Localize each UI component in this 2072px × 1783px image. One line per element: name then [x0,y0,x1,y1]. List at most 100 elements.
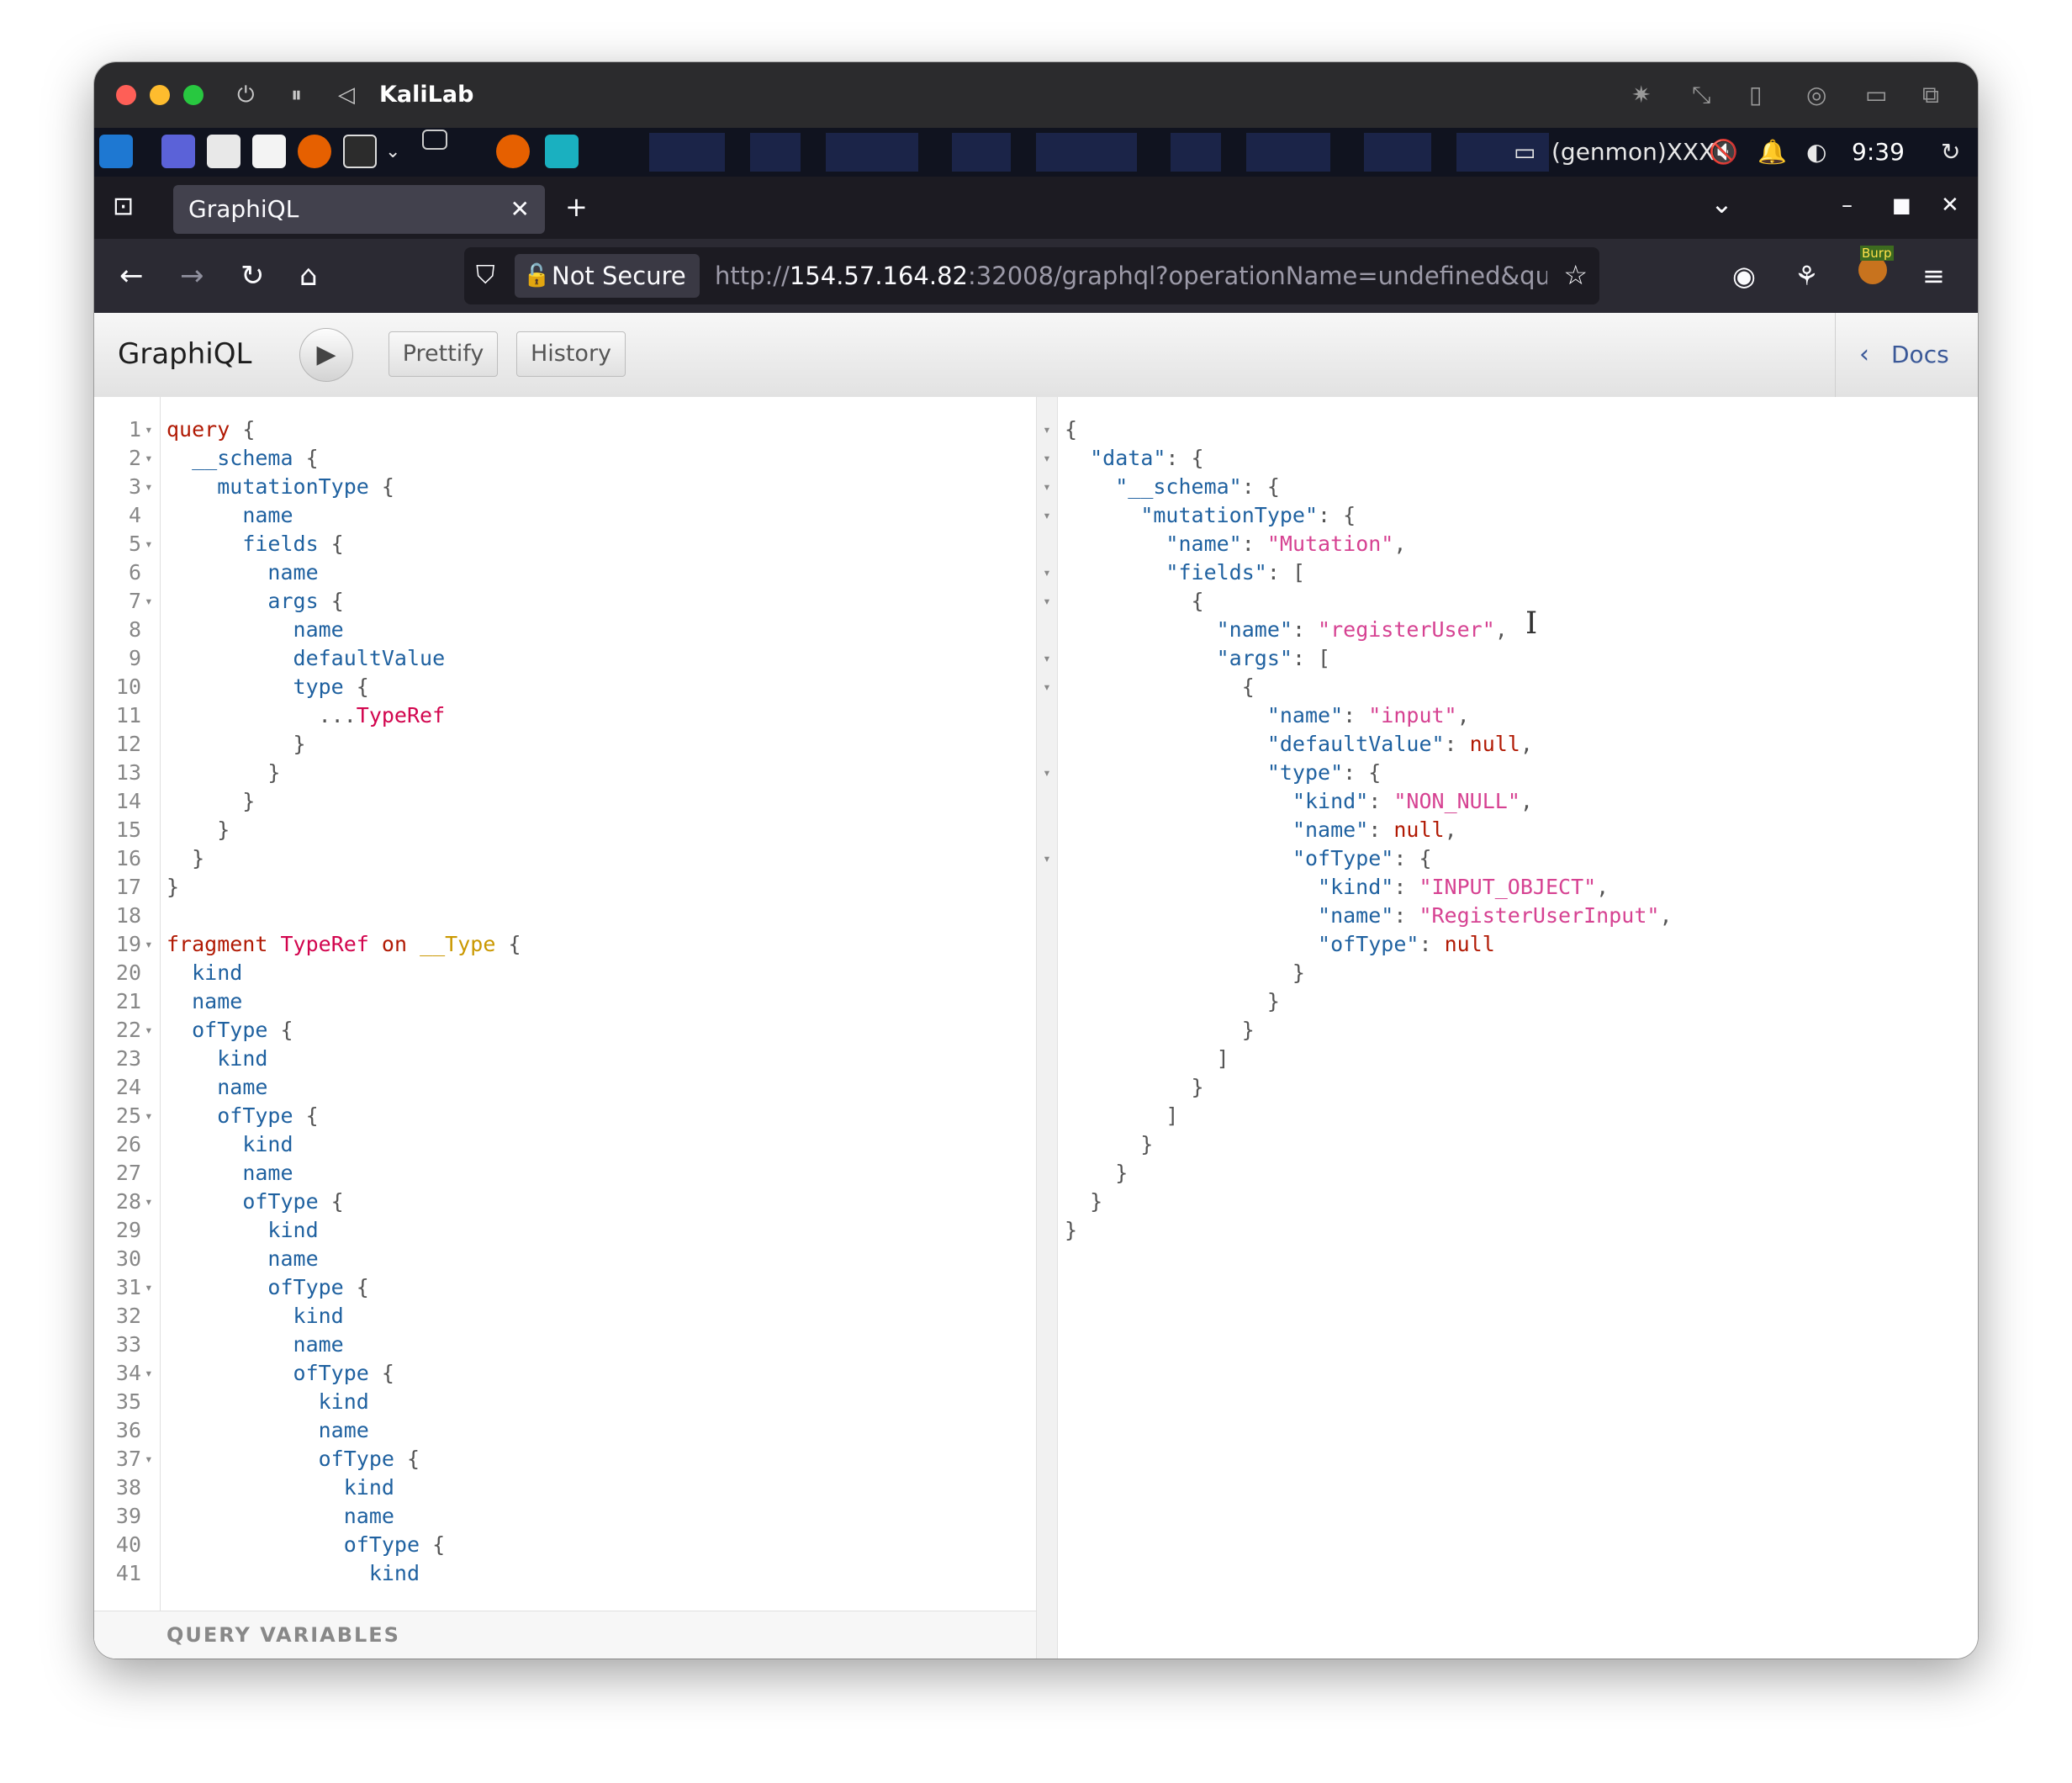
fold-arrow-icon[interactable]: ▾ [145,530,158,558]
editor-line[interactable]: 6 name [94,558,1036,587]
fold-arrow-icon[interactable]: ▾ [1036,444,1058,473]
editor-line[interactable]: 29 kind [94,1216,1036,1245]
editor-line[interactable]: 24 name [94,1073,1036,1102]
editor-line[interactable]: 16 } [94,844,1036,873]
editor-line[interactable]: 23 kind [94,1045,1036,1073]
tab-overview-icon[interactable]: ⊡ [113,190,134,224]
fold-arrow-icon[interactable]: ▾ [145,1102,158,1130]
fold-arrow-icon[interactable]: ▾ [1036,759,1058,787]
editor-line[interactable]: 11 ...TypeRef [94,701,1036,730]
editor-line[interactable]: 4 name [94,501,1036,530]
editor-line[interactable]: 10 type { [94,673,1036,701]
editor-line[interactable]: 41 kind [94,1559,1036,1588]
editor-line[interactable]: 3 ▾ mutationType { [94,473,1036,501]
minimize-icon[interactable]: – [1842,188,1853,222]
maximize-icon[interactable]: ■ [1892,188,1911,222]
editor-line[interactable]: 26 kind [94,1130,1036,1159]
brightness-icon[interactable]: ✷ [1631,81,1651,109]
muted-speaker-icon[interactable]: 🔇 [1709,136,1738,168]
prettify-button[interactable]: Prettify [388,331,498,377]
editor-line[interactable]: 33 name [94,1331,1036,1359]
editor-line[interactable]: 25 ▾ ofType { [94,1102,1036,1130]
editor-line[interactable]: 28 ▾ ofType { [94,1188,1036,1216]
editor-line[interactable]: 5 ▾ fields { [94,530,1036,558]
tracking-shield-icon[interactable]: ⛉ [476,259,495,293]
editor-line[interactable]: 14 } [94,787,1036,816]
editor-line[interactable]: 12 } [94,730,1036,759]
close-browser-icon[interactable]: ✕ [1941,188,1959,222]
fold-arrow-icon[interactable]: ▾ [145,1273,158,1302]
zoom-window-button[interactable] [183,85,204,105]
fold-arrow-icon[interactable]: ▾ [1036,501,1058,530]
reload-icon[interactable]: ↻ [240,257,265,294]
firefox-launcher-icon[interactable] [298,135,331,168]
shared-folder-icon[interactable]: ▭ [1865,81,1887,109]
editor-line[interactable]: 7 ▾ args { [94,587,1036,616]
editor-line[interactable]: 15 } [94,816,1036,844]
list-tabs-chevron-icon[interactable]: ⌄ [1710,187,1733,220]
fold-arrow-icon[interactable]: ▾ [145,1359,158,1388]
editor-line[interactable]: 39 name [94,1502,1036,1531]
fold-arrow-icon[interactable]: ▾ [1036,587,1058,616]
editor-line[interactable]: 36 name [94,1416,1036,1445]
minimize-window-button[interactable] [150,85,170,105]
new-tab-icon[interactable]: + [565,190,588,224]
back-arrow-icon[interactable]: ← [119,257,144,294]
fold-arrow-icon[interactable]: ▾ [1036,473,1058,501]
burp-task-icon[interactable] [545,135,579,168]
tab-graphiql[interactable]: GraphiQL ✕ [173,185,545,234]
query-variables-bar[interactable]: QUERY VARIABLES [94,1611,1036,1659]
power-icon[interactable]: ⏻ [237,81,255,109]
refresh-session-icon[interactable]: ↻ [1941,136,1960,168]
editor-line[interactable]: 19 ▾ fragment TypeRef on __Type { [94,930,1036,959]
desktop-preview-icon[interactable] [422,130,447,150]
text-editor-icon[interactable] [252,135,286,168]
editor-line[interactable]: 20 kind [94,959,1036,987]
url-text[interactable]: http://154.57.164.82:32008/graphql?opera… [715,259,1547,293]
terminal-icon[interactable] [343,135,377,168]
editor-line[interactable]: 2 ▾ __schema { [94,444,1036,473]
forward-arrow-icon[interactable]: → [180,257,204,294]
file-manager-icon[interactable] [207,135,240,168]
bookmark-star-icon[interactable]: ☆ [1563,257,1588,293]
close-icon[interactable]: ✕ [510,193,530,225]
fold-arrow-icon[interactable]: ▾ [1036,644,1058,673]
editor-line[interactable]: 34 ▾ ofType { [94,1359,1036,1388]
fold-arrow-icon[interactable]: ▾ [145,930,158,959]
editor-line[interactable]: 30 name [94,1245,1036,1273]
fold-arrow-icon[interactable]: ▾ [145,1445,158,1473]
editor-line[interactable]: 31 ▾ ofType { [94,1273,1036,1302]
firefox-task-icon[interactable] [496,135,530,168]
fold-arrow-icon[interactable]: ▾ [145,587,158,616]
editor-line[interactable]: 1 ▾ query { [94,415,1036,444]
workspace-icon[interactable] [161,135,195,168]
editor-line[interactable]: 22 ▾ ofType { [94,1016,1036,1045]
chevron-down-icon[interactable]: ⌄ [385,136,400,168]
editor-line[interactable]: 9 defaultValue [94,644,1036,673]
editor-line[interactable]: 40 ofType { [94,1531,1036,1559]
editor-line[interactable]: 21 name [94,987,1036,1016]
execute-query-button[interactable]: ▶ [299,328,353,382]
fold-arrow-icon[interactable]: ▾ [1036,558,1058,587]
editor-line[interactable]: 17} [94,873,1036,902]
fold-arrow-icon[interactable]: ▾ [1036,844,1058,873]
editor-line[interactable]: 32 kind [94,1302,1036,1331]
power-manager-icon[interactable]: ◐ [1806,136,1826,168]
close-window-button[interactable] [116,85,136,105]
fold-arrow-icon[interactable]: ▾ [145,1016,158,1045]
docs-button[interactable]: ‹ Docs [1835,313,1978,397]
camera-icon[interactable]: ◎ [1806,81,1826,109]
kali-menu-icon[interactable] [99,135,133,168]
editor-line[interactable]: 37 ▾ ofType { [94,1445,1036,1473]
history-button[interactable]: History [516,331,626,377]
url-bar[interactable]: ⛉ 🔓 Not Secure http://154.57.164.82:3200… [464,247,1599,304]
editor-line[interactable]: 8 name [94,616,1036,644]
home-icon[interactable]: ⌂ [299,257,318,294]
editor-line[interactable]: 13 } [94,759,1036,787]
fold-arrow-icon[interactable]: ▾ [1036,415,1058,444]
query-editor[interactable]: 1 ▾ query {2 ▾ __schema {3 ▾ mutationType {4… [94,397,1036,1659]
usb-icon[interactable]: ▯ [1749,81,1762,109]
display-icon[interactable]: ▭ [1514,136,1536,168]
windows-icon[interactable]: ⧉ [1922,81,1939,109]
notification-bell-icon[interactable]: 🔔 [1758,136,1787,168]
